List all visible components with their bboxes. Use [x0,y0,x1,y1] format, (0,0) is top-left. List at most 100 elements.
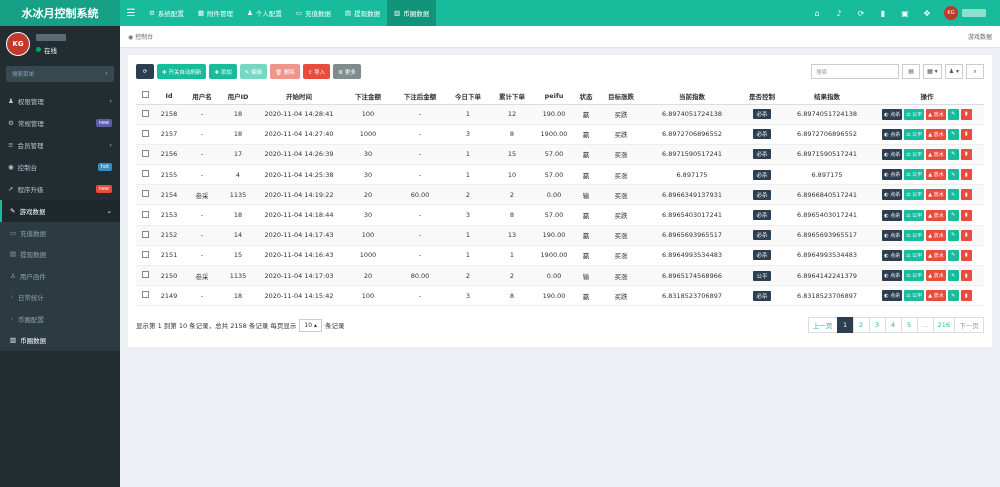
page-button[interactable]: 216 [932,317,955,333]
refresh-button[interactable]: ⟳ [136,64,154,79]
delete-icon[interactable]: ▮ [960,209,972,221]
edit-icon[interactable]: ✎ [947,209,959,221]
sidebar-subitem[interactable]: ▤ 提现数据 [0,244,120,266]
sidebar-subitem[interactable]: ▭ 充值数据 [0,222,120,244]
table-row[interactable]: 2150 叁采 1135 2020-11-04 14:17:03 20 80.00 2 2 0.… [136,265,984,287]
table-row[interactable]: 2155-4 2020-11-04 14:25:38 30-1 10 57.00 赢买涨 6… [136,164,984,186]
release-button[interactable]: ▲ 放水 [926,209,946,221]
release-button[interactable]: ▲ 放水 [926,229,946,241]
edit-icon[interactable]: ✎ [947,189,959,201]
breadcrumb-home[interactable]: ◉ 控制台 [128,32,153,41]
page-button[interactable]: 5 [900,317,918,333]
release-button[interactable]: ▲ 放水 [926,290,946,302]
kill-button[interactable]: ◐ 点杀 [882,249,903,261]
page-button[interactable]: 3 [868,317,886,333]
release-button[interactable]: ▲ 放水 [926,270,946,282]
sidebar-item[interactable]: ♟ 权限管理 ‹ [0,90,120,112]
row-checkbox[interactable] [141,170,149,178]
app-logo[interactable]: 水冰月控制系统 [0,0,120,26]
fair-button[interactable]: ⚖ 公平 [904,229,925,241]
edit-icon[interactable]: ✎ [947,128,959,140]
kill-button[interactable]: ◐ 点杀 [882,108,903,120]
kill-button[interactable]: ◐ 点杀 [882,169,903,181]
table-row[interactable]: 2153-18 2020-11-04 14:18:44 30-3 8 57.00 赢买跌 6… [136,204,984,226]
release-button[interactable]: ▲ 放水 [926,189,946,201]
row-checkbox[interactable] [141,230,149,238]
trash-icon[interactable]: ▮ [872,9,894,18]
table-row[interactable]: 2156-17 2020-11-04 14:26:39 30-1 15 57.00 赢买涨… [136,144,984,166]
table-row[interactable]: 2158-18 2020-11-04 14:28:41 100-1 12 190.00 赢… [136,104,984,125]
table-row[interactable]: 2154 叁采 1135 2020-11-04 14:19:22 20 60.00 2 2 0.… [136,184,984,206]
sidebar-subitem[interactable]: ♙ 用户函件 [0,265,120,287]
export-button[interactable]: ♟ ▾ [944,64,963,79]
bell-icon[interactable]: ♪ [828,9,850,18]
table-row[interactable]: 2151-15 2020-11-04 14:16:43 1000-1 1 1900.00… [136,245,984,267]
release-button[interactable]: ▲ 放水 [926,169,946,181]
row-checkbox[interactable] [141,291,149,299]
search-icon[interactable]: ⌕ [105,71,108,78]
fair-button[interactable]: ⚖ 公平 [904,169,925,181]
select-all-checkbox[interactable] [141,91,149,99]
delete-icon[interactable]: ▮ [960,148,972,160]
page-button[interactable]: 1 [836,317,854,333]
kill-button[interactable]: ◐ 点杀 [882,229,903,241]
table-row[interactable]: 2149-18 2020-11-04 14:15:42 100-3 8 190.00 赢买… [136,285,984,307]
delete-icon[interactable]: ▮ [960,270,972,282]
fair-button[interactable]: ⚖ 公平 [904,189,925,201]
table-search-input[interactable]: 搜索 [811,64,900,79]
kill-button[interactable]: ◐ 点杀 [882,128,903,140]
kill-button[interactable]: ◐ 点杀 [882,209,903,221]
sidebar-item[interactable]: ◉ 控制台 hot [0,156,120,178]
sidebar-search-input[interactable]: 搜索菜单 ⌕ [6,66,114,82]
fair-button[interactable]: ⚖ 公平 [904,290,925,302]
row-checkbox[interactable] [141,271,149,279]
sidebar-subitem[interactable]: ◦ 币圈配置 [0,308,120,330]
fullscreen-icon[interactable]: ✥ [916,9,938,18]
row-checkbox[interactable] [141,149,149,157]
prev-page-button[interactable]: 上一页 [807,317,838,333]
top-nav-item[interactable]: ▦ 附件管理 [191,0,240,26]
kill-button[interactable]: ◐ 点杀 [882,189,903,201]
page-button[interactable]: 4 [884,317,902,333]
sidebar-subitem[interactable]: ▥ 币圈数据 [0,330,120,352]
top-nav-item[interactable]: ⚙ 系统配置 [142,0,191,26]
fair-button[interactable]: ⚖ 公平 [904,249,925,261]
delete-icon[interactable]: ▮ [960,108,972,120]
delete-icon[interactable]: ▮ [960,229,972,241]
fair-button[interactable]: ⚖ 公平 [904,108,925,120]
row-checkbox[interactable] [141,250,149,258]
home-icon[interactable]: ⌂ [806,9,828,18]
delete-icon[interactable]: ▮ [960,189,972,201]
import-button[interactable]: ⇪ 导入 [302,64,331,79]
refresh-icon[interactable]: ⟳ [850,9,872,18]
fair-button[interactable]: ⚖ 公平 [904,128,925,140]
release-button[interactable]: ▲ 放水 [926,249,946,261]
sidebar-item[interactable]: ⚙ 常规管理 new [0,112,120,134]
top-nav-item[interactable]: ♟ 个人配置 [240,0,289,26]
add-button[interactable]: ✚ 添加 [209,64,237,79]
kill-button[interactable]: ◐ 点杀 [882,270,903,282]
delete-icon[interactable]: ▮ [960,128,972,140]
row-checkbox[interactable] [141,190,149,198]
edit-icon[interactable]: ✎ [947,290,959,302]
sidebar-item[interactable]: ✎ 游戏数据 ⌄ [0,200,120,222]
user-avatar[interactable]: KG [944,6,958,20]
edit-icon[interactable]: ✎ [947,148,959,160]
delete-icon[interactable]: ▮ [960,290,972,302]
page-button[interactable]: 2 [852,317,870,333]
sidebar-item[interactable]: ≡ 会员管理 ‹ [0,134,120,156]
edit-icon[interactable]: ✎ [947,108,959,120]
edit-icon[interactable]: ✎ [947,249,959,261]
delete-button[interactable]: 🗑 删除 [270,64,300,79]
toggle-view-button[interactable]: ▤ [902,64,921,79]
fair-button[interactable]: ⚖ 公平 [904,209,925,221]
fair-button[interactable]: ⚖ 公平 [904,148,925,160]
release-button[interactable]: ▲ 放水 [926,108,946,120]
row-checkbox[interactable] [141,210,149,218]
fair-button[interactable]: ⚖ 公平 [904,270,925,282]
top-nav-item[interactable]: ▤ 提现数据 [338,0,387,26]
kill-button[interactable]: ◐ 点杀 [882,148,903,160]
release-button[interactable]: ▲ 放水 [926,128,946,140]
menu-toggle-icon[interactable]: ☰ [120,0,142,26]
row-checkbox[interactable] [141,129,149,137]
